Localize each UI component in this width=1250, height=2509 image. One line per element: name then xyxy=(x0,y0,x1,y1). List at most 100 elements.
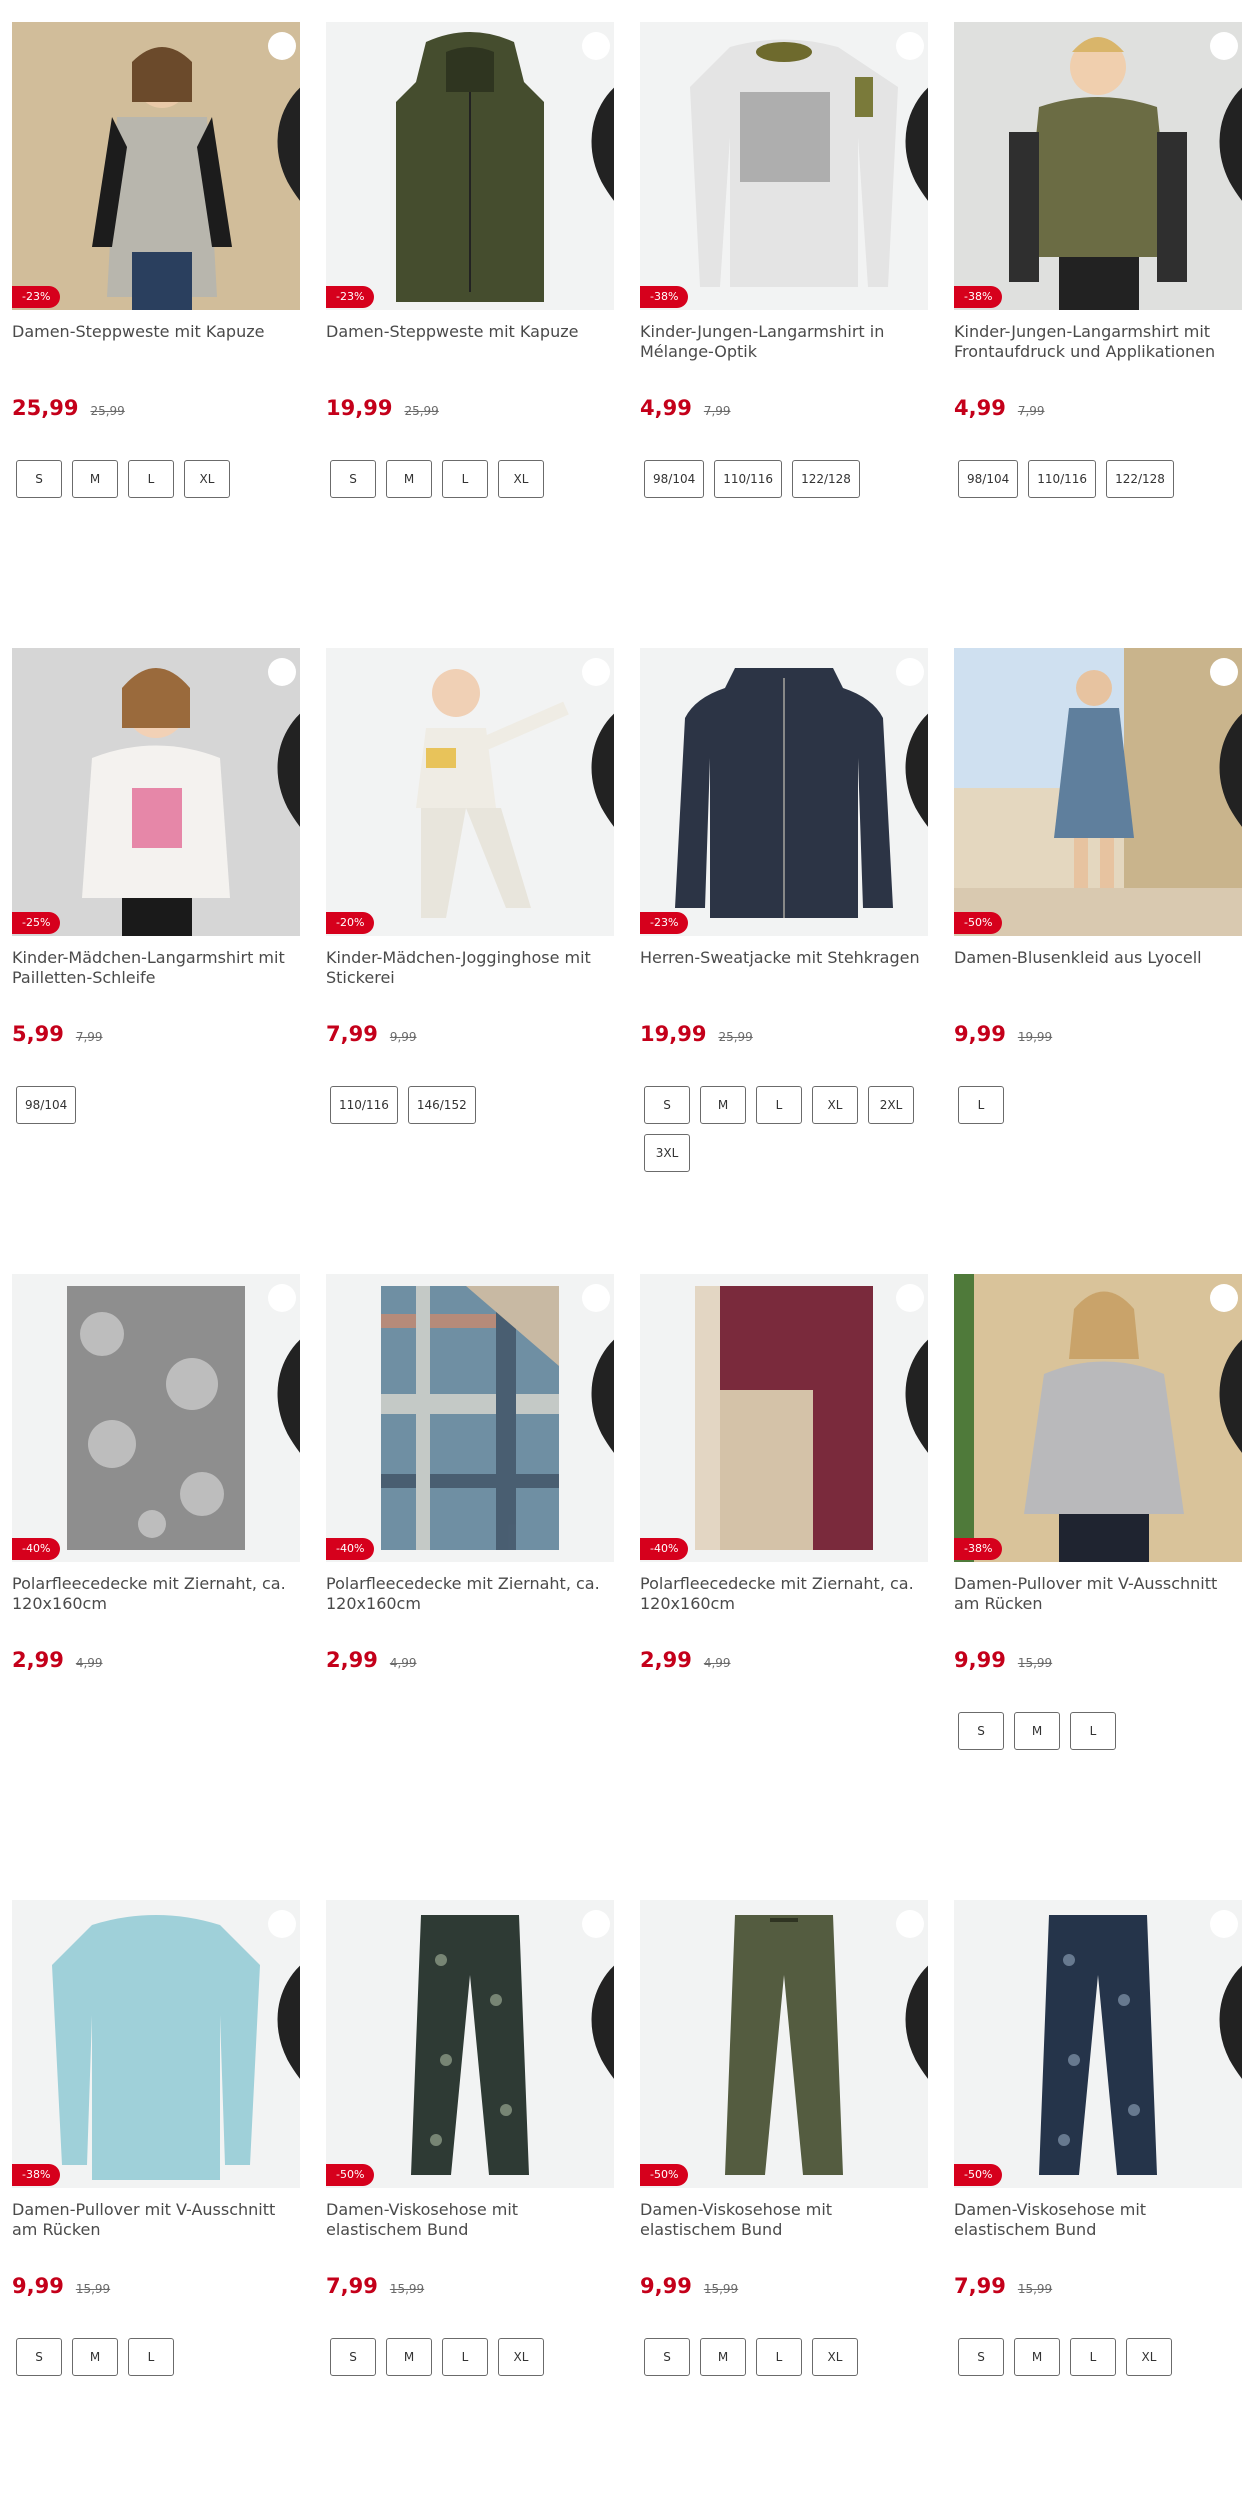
product-image[interactable]: -23% xyxy=(326,22,614,310)
product-image[interactable]: -23% xyxy=(640,648,928,936)
size-option[interactable]: L xyxy=(1070,2338,1116,2376)
product-title[interactable]: Kinder-Mädchen-Langarmshirt mit Paillett… xyxy=(12,948,300,988)
size-option[interactable]: L xyxy=(128,2338,174,2376)
wishlist-heart-icon[interactable] xyxy=(582,1910,614,2079)
product-title[interactable]: Damen-Pullover mit V-Ausschnitt am Rücke… xyxy=(12,2200,300,2240)
product-card[interactable]: -38% Damen-Pullover mit V-Ausschnitt am R… xyxy=(12,1878,300,2498)
product-image[interactable]: -38% xyxy=(954,1274,1242,1562)
product-card[interactable]: -38% Kinder-Jungen-Langarmshirt in Mélang… xyxy=(640,0,928,620)
size-option[interactable]: XL xyxy=(498,2338,544,2376)
size-option[interactable]: S xyxy=(330,460,376,498)
wishlist-heart-icon[interactable] xyxy=(896,1284,928,1453)
size-option[interactable]: 146/152 xyxy=(407,1086,476,1124)
wishlist-heart-icon[interactable] xyxy=(582,32,614,201)
product-card[interactable]: -20% Kinder-Mädchen-Jogginghose mit Stick… xyxy=(326,626,614,1246)
product-title[interactable]: Kinder-Jungen-Langarmshirt in Mélange-Op… xyxy=(640,322,928,362)
size-option[interactable]: 2XL xyxy=(868,1086,914,1124)
wishlist-heart-icon[interactable] xyxy=(896,658,928,827)
wishlist-heart-icon[interactable] xyxy=(268,1284,300,1453)
product-image[interactable]: -38% xyxy=(12,1900,300,2188)
size-option[interactable]: M xyxy=(386,2338,432,2376)
wishlist-heart-icon[interactable] xyxy=(896,1910,928,2079)
product-image[interactable]: -38% xyxy=(954,22,1242,310)
size-option[interactable]: XL xyxy=(812,2338,858,2376)
product-card[interactable]: -50% Damen-Viskosehose mit elastischem Bu… xyxy=(640,1878,928,2498)
size-option[interactable]: M xyxy=(72,2338,118,2376)
product-card[interactable]: -23% Herren-Sweatjacke mit Stehkragen 19,9… xyxy=(640,626,928,1246)
product-title[interactable]: Damen-Steppweste mit Kapuze xyxy=(12,322,300,342)
product-card[interactable]: -40% Polarfleecedecke mit Ziernaht, ca. 1… xyxy=(12,1252,300,1872)
product-card[interactable]: -50% Damen-Viskosehose mit elastischem Bu… xyxy=(954,1878,1242,2498)
wishlist-heart-icon[interactable] xyxy=(582,1284,614,1453)
product-image[interactable]: -40% xyxy=(326,1274,614,1562)
product-card[interactable]: -40% Polarfleecedecke mit Ziernaht, ca. 1… xyxy=(326,1252,614,1872)
size-option[interactable]: 98/104 xyxy=(16,1086,77,1124)
product-card[interactable]: -25% Kinder-Mädchen-Langarmshirt mit Pail… xyxy=(12,626,300,1246)
product-image[interactable]: -50% xyxy=(954,1900,1242,2188)
size-option[interactable]: M xyxy=(1014,1712,1060,1750)
product-image[interactable]: -40% xyxy=(640,1274,928,1562)
wishlist-heart-icon[interactable] xyxy=(1210,1910,1242,2079)
size-option[interactable]: M xyxy=(72,460,118,498)
size-option[interactable]: S xyxy=(330,2338,376,2376)
product-image[interactable]: -50% xyxy=(640,1900,928,2188)
product-card[interactable]: -23% Damen-Steppweste mit Kapuze 25,99 25,9… xyxy=(12,0,300,620)
size-option[interactable]: XL xyxy=(498,460,544,498)
wishlist-heart-icon[interactable] xyxy=(896,32,928,201)
product-image[interactable]: -20% xyxy=(326,648,614,936)
size-option[interactable]: S xyxy=(644,2338,690,2376)
product-title[interactable]: Damen-Viskosehose mit elastischem Bund xyxy=(640,2200,928,2240)
size-option[interactable]: L xyxy=(756,1086,802,1124)
product-title[interactable]: Damen-Blusenkleid aus Lyocell xyxy=(954,948,1242,968)
size-option[interactable]: L xyxy=(756,2338,802,2376)
product-image[interactable]: -50% xyxy=(954,648,1242,936)
product-card[interactable]: -40% Polarfleecedecke mit Ziernaht, ca. 1… xyxy=(640,1252,928,1872)
wishlist-heart-icon[interactable] xyxy=(1210,658,1242,827)
product-card[interactable]: -38% Damen-Pullover mit V-Ausschnitt am R… xyxy=(954,1252,1242,1872)
size-option[interactable]: M xyxy=(1014,2338,1060,2376)
size-option[interactable]: 3XL xyxy=(644,1134,690,1172)
wishlist-heart-icon[interactable] xyxy=(1210,1284,1242,1453)
size-option[interactable]: L xyxy=(128,460,174,498)
wishlist-heart-icon[interactable] xyxy=(268,1910,300,2079)
product-title[interactable]: Damen-Viskosehose mit elastischem Bund xyxy=(954,2200,1242,2240)
size-option[interactable]: 98/104 xyxy=(644,460,705,498)
size-option[interactable]: S xyxy=(958,1712,1004,1750)
size-option[interactable]: 110/116 xyxy=(330,1086,398,1124)
size-option[interactable]: L xyxy=(442,2338,488,2376)
size-option[interactable]: XL xyxy=(1126,2338,1172,2376)
product-title[interactable]: Polarfleecedecke mit Ziernaht, ca. 120x1… xyxy=(640,1574,928,1614)
size-option[interactable]: S xyxy=(644,1086,690,1124)
product-card[interactable]: -23% Damen-Steppweste mit Kapuze 19,99 25,9… xyxy=(326,0,614,620)
product-title[interactable]: Kinder-Mädchen-Jogginghose mit Stickerei xyxy=(326,948,614,988)
wishlist-heart-icon[interactable] xyxy=(1210,32,1242,201)
product-title[interactable]: Kinder-Jungen-Langarmshirt mit Frontaufd… xyxy=(954,322,1242,362)
size-option[interactable]: M xyxy=(700,2338,746,2376)
product-card[interactable]: -38% Kinder-Jungen-Langarmshirt mit Front… xyxy=(954,0,1242,620)
product-image[interactable]: -50% xyxy=(326,1900,614,2188)
product-card[interactable]: -50% Damen-Viskosehose mit elastischem Bu… xyxy=(326,1878,614,2498)
size-option[interactable]: 122/128 xyxy=(1106,460,1174,498)
size-option[interactable]: L xyxy=(1070,1712,1116,1750)
product-title[interactable]: Polarfleecedecke mit Ziernaht, ca. 120x1… xyxy=(326,1574,614,1614)
product-image[interactable]: -23% xyxy=(12,22,300,310)
size-option[interactable]: M xyxy=(386,460,432,498)
product-title[interactable]: Damen-Viskosehose mit elastischem Bund xyxy=(326,2200,614,2240)
size-option[interactable]: M xyxy=(700,1086,746,1124)
size-option[interactable]: 110/116 xyxy=(714,460,783,498)
product-title[interactable]: Polarfleecedecke mit Ziernaht, ca. 120x1… xyxy=(12,1574,300,1614)
product-card[interactable]: -50% Damen-Blusenkleid aus Lyocell 9,99 19,… xyxy=(954,626,1242,1246)
wishlist-heart-icon[interactable] xyxy=(268,32,300,201)
wishlist-heart-icon[interactable] xyxy=(268,658,300,827)
size-option[interactable]: L xyxy=(958,1086,1004,1124)
size-option[interactable]: 122/128 xyxy=(792,460,860,498)
size-option[interactable]: S xyxy=(16,460,62,498)
size-option[interactable]: 98/104 xyxy=(958,460,1019,498)
product-title[interactable]: Damen-Steppweste mit Kapuze xyxy=(326,322,614,342)
size-option[interactable]: S xyxy=(16,2338,62,2376)
size-option[interactable]: XL xyxy=(812,1086,858,1124)
product-image[interactable]: -38% xyxy=(640,22,928,310)
size-option[interactable]: L xyxy=(442,460,488,498)
product-title[interactable]: Damen-Pullover mit V-Ausschnitt am Rücke… xyxy=(954,1574,1242,1614)
size-option[interactable]: 110/116 xyxy=(1028,460,1097,498)
